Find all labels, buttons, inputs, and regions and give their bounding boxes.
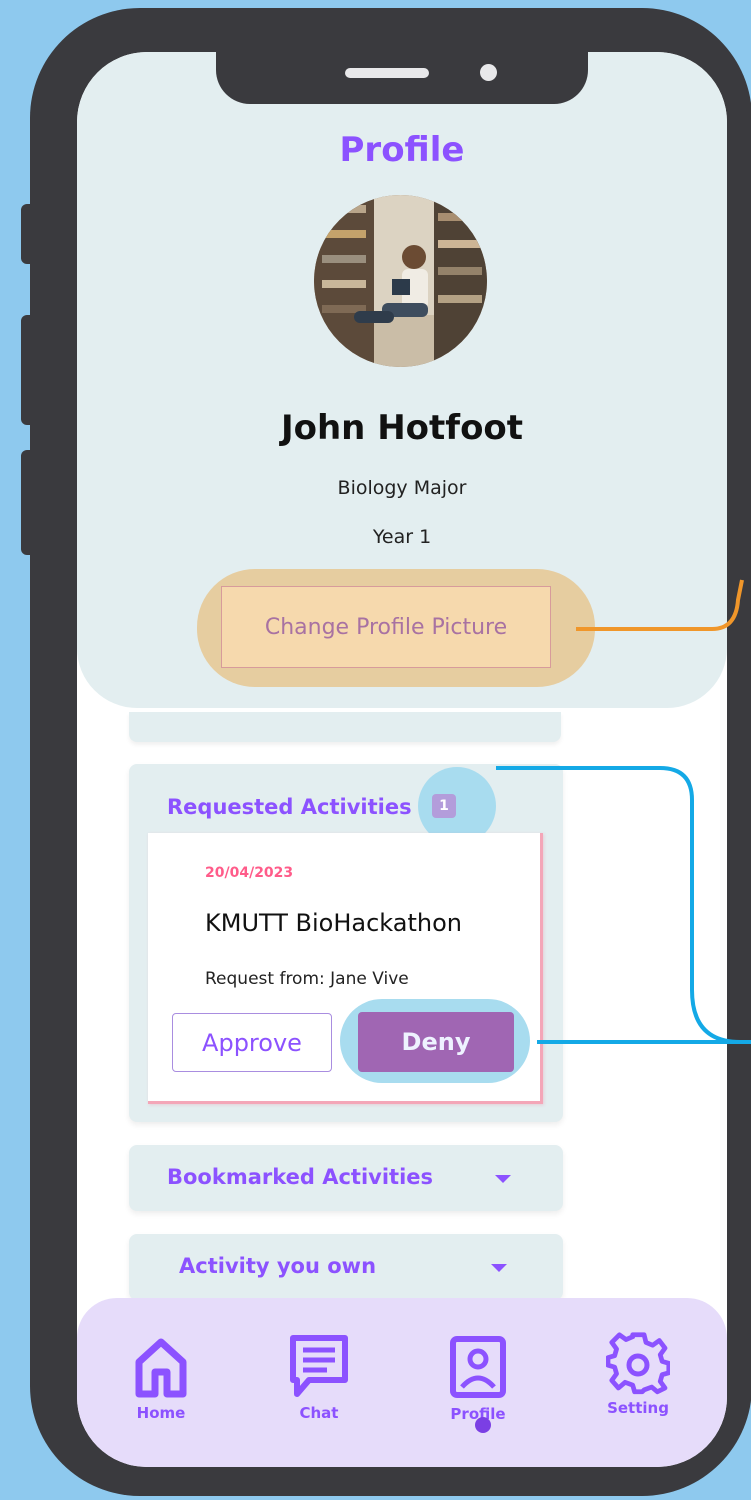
profile-header-panel: Profile John Hotfoot Biology Major Year … — [77, 52, 727, 708]
bottom-tab-bar: Home Chat Profile Setting — [77, 1298, 727, 1467]
tab-profile[interactable]: Profile — [438, 1335, 518, 1423]
requested-activities-title[interactable]: Requested Activities — [167, 795, 412, 819]
app-screen: Profile John Hotfoot Biology Major Year … — [77, 52, 727, 1467]
speaker-grille — [345, 68, 429, 78]
bookmarked-activities-label: Bookmarked Activities — [167, 1165, 434, 1189]
activity-you-own-label: Activity you own — [179, 1254, 377, 1278]
tab-home-label: Home — [136, 1404, 186, 1422]
phone-notch — [216, 52, 588, 104]
request-from-text: Request from: Jane Vive — [205, 969, 409, 989]
activity-you-own-dropdown[interactable]: Activity you own — [129, 1234, 563, 1300]
activity-date: 20/04/2023 — [205, 865, 294, 881]
tab-home[interactable]: Home — [121, 1336, 201, 1422]
avatar — [314, 195, 487, 367]
approve-button[interactable]: Approve — [172, 1013, 332, 1072]
page-title: Profile — [339, 130, 465, 170]
tab-setting-label: Setting — [607, 1399, 669, 1417]
tab-chat-label: Chat — [299, 1404, 339, 1422]
user-major: Biology Major — [337, 477, 467, 499]
chevron-down-icon — [495, 1175, 511, 1183]
activity-request-card: 20/04/2023 KMUTT BioHackathon Request fr… — [148, 833, 543, 1104]
gear-icon — [605, 1332, 672, 1395]
camera-dot — [480, 64, 497, 81]
user-name: John Hotfoot — [280, 408, 524, 448]
requested-activities-section: Requested Activities 1 20/04/2023 KMUTT … — [129, 764, 563, 1122]
active-tab-indicator — [475, 1417, 491, 1433]
home-icon — [135, 1338, 187, 1398]
profile-icon — [450, 1336, 506, 1398]
chat-icon — [290, 1335, 348, 1397]
tab-setting[interactable]: Setting — [598, 1331, 678, 1417]
user-year: Year 1 — [372, 526, 432, 548]
request-count-badge: 1 — [432, 794, 456, 818]
chevron-down-icon — [491, 1264, 507, 1272]
tab-chat[interactable]: Chat — [279, 1332, 359, 1422]
activity-name: KMUTT BioHackathon — [205, 909, 463, 937]
bookmarked-activities-dropdown[interactable]: Bookmarked Activities — [129, 1145, 563, 1211]
change-profile-picture-button[interactable]: Change Profile Picture — [221, 586, 551, 668]
deny-button[interactable]: Deny — [358, 1012, 514, 1072]
collapsed-section-card — [129, 712, 561, 742]
